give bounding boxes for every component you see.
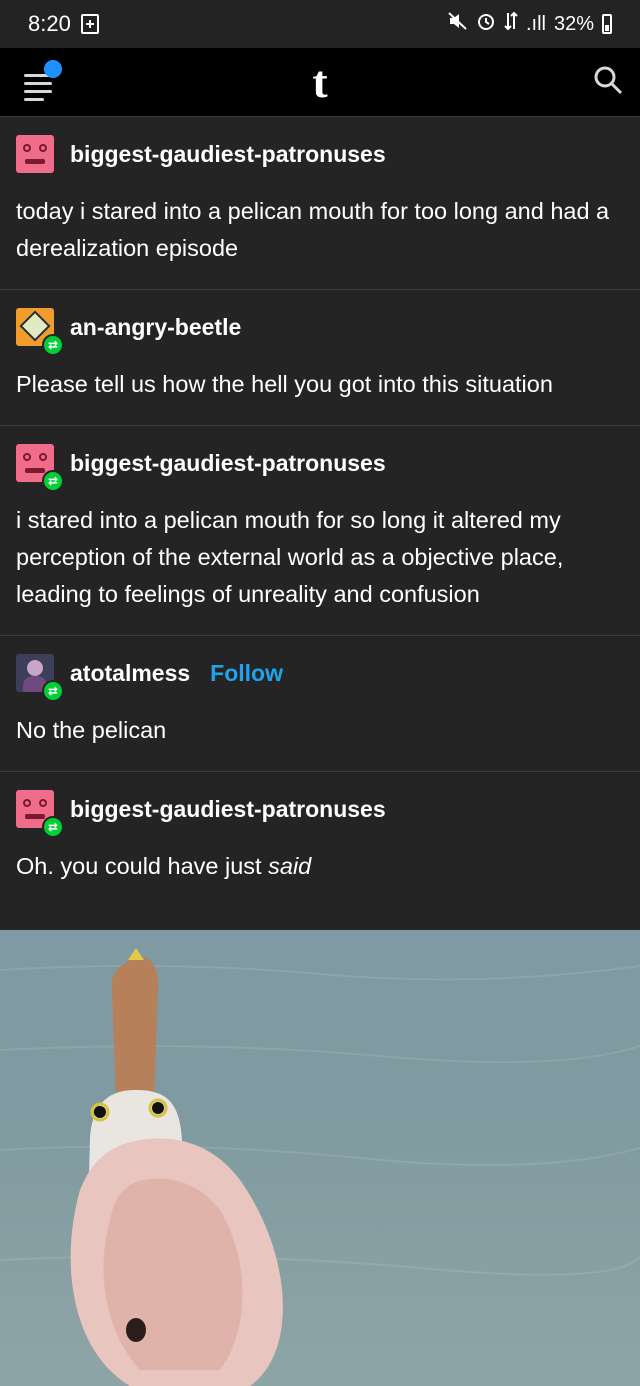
post-text-prefix: Oh. you could have just xyxy=(16,853,269,879)
username[interactable]: biggest-gaudiest-patronuses xyxy=(70,450,386,477)
notification-dot-icon xyxy=(44,60,62,78)
post-text: i stared into a pelican mouth for so lon… xyxy=(16,507,564,607)
reblog-icon: ⇄ xyxy=(42,470,64,492)
menu-icon[interactable] xyxy=(22,60,66,104)
avatar[interactable]: ⇄ xyxy=(16,654,64,702)
post-text: No the pelican xyxy=(16,717,167,743)
search-icon[interactable] xyxy=(592,64,624,101)
mute-icon xyxy=(448,12,468,36)
follow-button[interactable]: Follow xyxy=(210,660,283,687)
plus-box-icon xyxy=(80,14,99,34)
status-time: 8:20 xyxy=(28,11,71,36)
avatar[interactable]: ⇄ xyxy=(16,308,64,356)
reblog-entry: biggest-gaudiest-patronuses today i star… xyxy=(0,117,640,290)
signal-icon: .ıll xyxy=(525,12,546,35)
username[interactable]: biggest-gaudiest-patronuses xyxy=(70,141,386,168)
battery-percent: 32% xyxy=(553,12,594,35)
tumblr-logo[interactable]: t xyxy=(312,59,327,105)
alarm-icon xyxy=(476,11,496,37)
username[interactable]: biggest-gaudiest-patronuses xyxy=(70,796,386,823)
post-text: Oh. you could have just said xyxy=(16,848,624,885)
data-icon xyxy=(504,11,518,37)
reblog-entry: ⇄ an-angry-beetle Please tell us how the… xyxy=(0,290,640,426)
battery-icon xyxy=(602,14,612,34)
username[interactable]: an-angry-beetle xyxy=(70,314,241,341)
reblog-entry: ⇄ biggest-gaudiest-patronuses Oh. you co… xyxy=(0,772,640,907)
post-text: today i stared into a pelican mouth for … xyxy=(16,198,610,261)
reblog-icon: ⇄ xyxy=(42,334,64,356)
reblog-icon: ⇄ xyxy=(42,816,64,838)
avatar[interactable]: ⇄ xyxy=(16,444,64,492)
avatar[interactable] xyxy=(16,135,54,173)
app-bar: t xyxy=(0,48,640,117)
pelican-illustration xyxy=(0,948,640,1386)
post-text-emphasis: said xyxy=(268,853,312,879)
username[interactable]: atotalmess xyxy=(70,660,190,687)
avatar[interactable]: ⇄ xyxy=(16,790,64,838)
post-text: Please tell us how the hell you got into… xyxy=(16,371,553,397)
reblog-entry: ⇄ atotalmess Follow No the pelican xyxy=(0,636,640,772)
status-bar: 8:20 .ıll 32% xyxy=(0,0,640,48)
reblog-icon: ⇄ xyxy=(42,680,64,702)
reblog-entry: ⇄ biggest-gaudiest-patronuses i stared i… xyxy=(0,426,640,636)
pelican-photo[interactable] xyxy=(0,930,640,1386)
